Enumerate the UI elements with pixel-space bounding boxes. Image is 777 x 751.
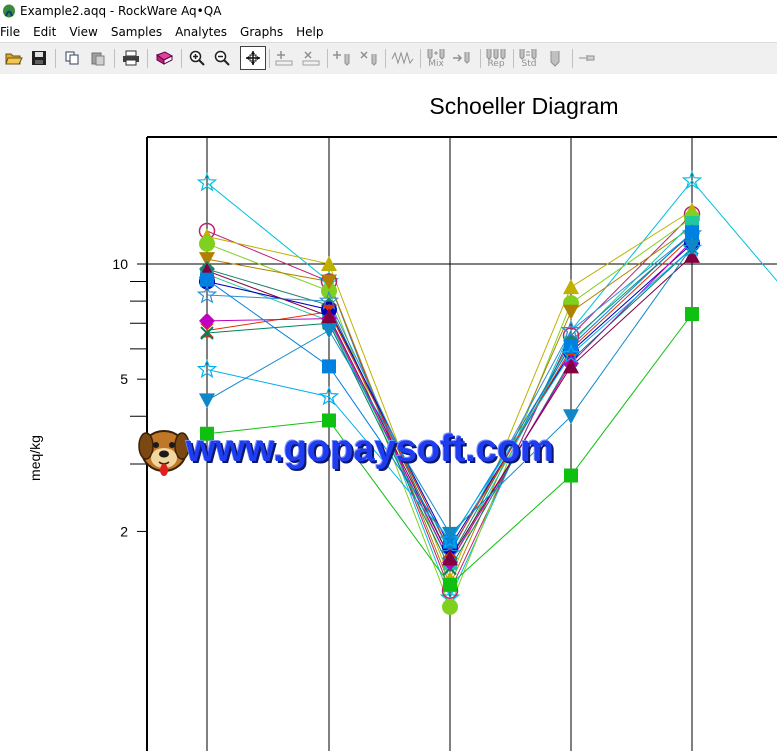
floppy-disk-icon [32, 51, 46, 65]
y-tick-label: 2 [120, 523, 128, 539]
data-point [443, 577, 457, 592]
watermark: www.gopaysoft.com [138, 424, 608, 486]
combine-button[interactable] [452, 47, 474, 69]
replicate-icon [486, 48, 506, 60]
printer-icon [123, 50, 139, 66]
book-icon [155, 51, 173, 65]
data-point [685, 225, 699, 240]
print-button[interactable] [121, 47, 141, 69]
dog-logo-icon [138, 430, 190, 476]
data-point [322, 359, 336, 374]
data-point [199, 235, 215, 252]
replicate-button[interactable]: Rep [483, 47, 509, 69]
delete-sample-icon [360, 51, 377, 66]
zoom-out-button[interactable] [212, 47, 232, 69]
app-icon [3, 4, 15, 18]
y-tick-label: 5 [120, 371, 128, 387]
menu-file[interactable]: File [0, 25, 20, 39]
mix-label: Mix [428, 58, 444, 69]
standard-label: Std [521, 58, 537, 69]
book-button[interactable] [153, 47, 175, 69]
zoom-in-button[interactable] [187, 47, 207, 69]
menu-edit[interactable]: Edit [33, 25, 56, 39]
data-point [199, 312, 215, 329]
watermark-text: www.gopaysoft.com [186, 428, 555, 470]
copy-button[interactable] [62, 47, 82, 69]
menu-help[interactable]: Help [296, 25, 323, 39]
standard-icon [519, 48, 537, 60]
delete-row-button[interactable] [300, 47, 322, 69]
paste-icon [91, 52, 105, 66]
y-ticks: 2 5 10 [112, 256, 147, 539]
mix-button[interactable]: Mix [423, 47, 449, 69]
data-point [685, 307, 699, 322]
data-point [200, 272, 214, 287]
copy-icon [65, 51, 79, 65]
move-arrows-icon [246, 51, 260, 65]
menu-bar: File Edit View Samples Analytes Graphs H… [0, 22, 777, 42]
standard-button[interactable]: Std [516, 47, 542, 69]
mix-icon [427, 48, 445, 60]
add-sample-icon [333, 51, 350, 66]
zoom-in-icon [189, 50, 205, 66]
open-button[interactable] [4, 47, 24, 69]
pin-button[interactable] [577, 47, 599, 69]
add-row-icon [275, 51, 293, 66]
fit-button[interactable] [240, 46, 266, 70]
replicate-label: Rep [487, 58, 505, 69]
folder-open-icon [5, 53, 23, 65]
chart-title: Schoeller Diagram [429, 93, 618, 119]
y-axis-label: meq/kg [27, 435, 43, 481]
pin-icon [579, 55, 595, 61]
title-bar: Example2.aqq - RockWare Aq•QA [0, 0, 777, 22]
menu-view[interactable]: View [69, 25, 97, 39]
data-point [563, 279, 579, 295]
data-point [199, 393, 215, 409]
add-row-button[interactable] [273, 47, 295, 69]
data-point [442, 598, 458, 615]
menu-analytes[interactable]: Analytes [175, 25, 227, 39]
paste-button[interactable] [88, 47, 108, 69]
delete-sample-button[interactable] [358, 47, 380, 69]
add-sample-button[interactable] [331, 47, 353, 69]
vial-icon [550, 51, 560, 67]
toolbar: Mix Rep Std [0, 42, 777, 75]
combine-icon [453, 52, 470, 64]
window-title: Example2.aqq - RockWare Aq•QA [20, 4, 222, 18]
menu-graphs[interactable]: Graphs [240, 25, 283, 39]
wave-button[interactable] [390, 47, 416, 69]
zoom-out-icon [214, 50, 230, 66]
schoeller-chart: Schoeller Diagram meq/kg 2 5 10 [27, 93, 777, 751]
delete-row-icon [302, 51, 320, 66]
save-button[interactable] [29, 47, 49, 69]
y-tick-label: 10 [112, 256, 128, 272]
graph-canvas: Schoeller Diagram meq/kg 2 5 10 www.gopays… [0, 74, 777, 751]
wave-icon [391, 51, 414, 65]
vial-button[interactable] [545, 47, 565, 69]
menu-samples[interactable]: Samples [111, 25, 162, 39]
